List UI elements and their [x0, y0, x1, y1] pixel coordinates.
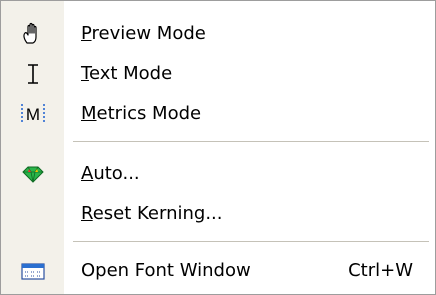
menu-item-label: Preview Mode [81, 23, 206, 44]
svg-text:M: M [25, 105, 39, 124]
metrics-icon: M [1, 94, 64, 134]
hand-icon [1, 14, 64, 54]
menu-item-shortcut: Ctrl+W [348, 260, 413, 281]
menu-item-metrics-mode[interactable]: M Metrics Mode [1, 94, 435, 134]
menu-item-label: Text Mode [81, 63, 173, 84]
menu-item-open-font-window[interactable]: Open Font Window Ctrl+W [1, 251, 435, 291]
menu-item-label: Auto... [81, 163, 140, 184]
menu-item-label: Reset Kerning... [81, 203, 223, 224]
gem-icon [1, 154, 64, 194]
font-window-icon [1, 251, 64, 291]
context-menu: Preview Mode Text Mode M Metrics Mode Au… [0, 0, 436, 295]
text-cursor-icon [1, 54, 64, 94]
menu-item-icon-slot [1, 194, 64, 234]
menu-separator [73, 241, 429, 242]
menu-item-label: Metrics Mode [81, 103, 202, 124]
menu-item-preview-mode[interactable]: Preview Mode [1, 14, 435, 54]
menu-item-text-mode[interactable]: Text Mode [1, 54, 435, 94]
menu-item-auto[interactable]: Auto... [1, 154, 435, 194]
menu-separator [73, 141, 429, 142]
menu-item-reset-kerning[interactable]: Reset Kerning... [1, 194, 435, 234]
menu-item-label: Open Font Window [81, 260, 251, 281]
